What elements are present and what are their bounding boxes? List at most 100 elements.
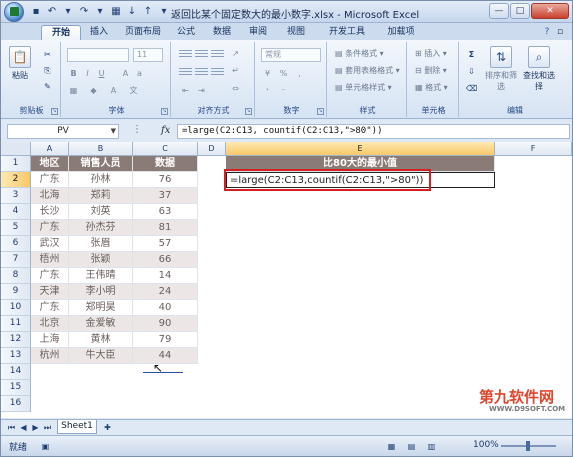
header-cell-data[interactable]: 数据 bbox=[133, 156, 198, 172]
font-color-icon[interactable]: A bbox=[107, 84, 120, 96]
align-left-icon[interactable] bbox=[179, 66, 192, 76]
formula-input[interactable]: =large(C2:C13, countif(C2:C13,">80")) bbox=[177, 124, 570, 139]
table-cell[interactable]: 63 bbox=[133, 204, 198, 220]
macro-record-icon[interactable]: ▣ bbox=[39, 440, 52, 452]
customize-qat-icon[interactable]: ▾ bbox=[157, 5, 171, 19]
last-sheet-icon[interactable]: ⏭ bbox=[41, 421, 54, 433]
select-all-corner[interactable] bbox=[1, 142, 31, 156]
copy-icon[interactable]: ⎘ bbox=[41, 64, 54, 76]
row-header-8[interactable]: 8 bbox=[1, 268, 31, 284]
cut-icon[interactable]: ✂ bbox=[41, 48, 54, 60]
align-right-icon[interactable] bbox=[211, 66, 224, 76]
tab-view[interactable]: 视图 bbox=[281, 25, 311, 40]
row-header-6[interactable]: 6 bbox=[1, 236, 31, 252]
table-cell[interactable]: 北海 bbox=[31, 188, 69, 204]
table-cell[interactable]: 梧州 bbox=[31, 252, 69, 268]
tab-developer[interactable]: 开发工具 bbox=[323, 25, 371, 40]
sheet-tab-sheet1[interactable]: Sheet1 bbox=[57, 420, 97, 434]
font-launcher-icon[interactable]: ↘ bbox=[161, 108, 168, 115]
row-header-10[interactable]: 10 bbox=[1, 300, 31, 316]
align-top-icon[interactable] bbox=[179, 48, 192, 58]
table-cell[interactable]: 牛大臣 bbox=[69, 348, 133, 364]
table-cell[interactable]: 天津 bbox=[31, 284, 69, 300]
column-header-c[interactable]: C bbox=[133, 142, 198, 156]
table-cell[interactable]: 90 bbox=[133, 316, 198, 332]
table-cell[interactable]: 14 bbox=[133, 268, 198, 284]
tab-home[interactable]: 开始 bbox=[41, 25, 81, 40]
paste-button[interactable]: 📋 粘贴 bbox=[7, 46, 33, 81]
zoom-level[interactable]: 100% bbox=[473, 440, 499, 450]
minimize-button[interactable]: — bbox=[489, 3, 509, 19]
row-header-13[interactable]: 13 bbox=[1, 348, 31, 364]
zoom-slider-knob[interactable] bbox=[526, 441, 530, 451]
font-size-select[interactable]: 11 bbox=[133, 48, 163, 62]
maximize-button[interactable]: □ bbox=[510, 3, 530, 19]
insert-sheet-icon[interactable]: ✚ bbox=[101, 421, 114, 433]
table-cell[interactable]: 37 bbox=[133, 188, 198, 204]
table-cell[interactable]: 81 bbox=[133, 220, 198, 236]
table-cell[interactable]: 长沙 bbox=[31, 204, 69, 220]
format-painter-icon[interactable]: ✎ bbox=[41, 80, 54, 92]
merge-center-icon[interactable]: ⇔ bbox=[229, 82, 242, 94]
tab-formulas[interactable]: 公式 bbox=[171, 25, 201, 40]
zoom-slider[interactable] bbox=[501, 441, 556, 451]
tab-data[interactable]: 数据 bbox=[207, 25, 237, 40]
autosum-icon[interactable]: Σ bbox=[465, 48, 478, 60]
decrease-decimal-icon[interactable]: ⁻ bbox=[277, 84, 290, 96]
table-cell[interactable]: 44 bbox=[133, 348, 198, 364]
bold-icon[interactable]: B bbox=[67, 67, 80, 79]
fill-icon[interactable]: ⇩ bbox=[465, 65, 478, 77]
undo-icon[interactable]: ↶ bbox=[45, 5, 59, 19]
table-cell[interactable]: 广东 bbox=[31, 172, 69, 188]
office-button[interactable] bbox=[4, 2, 24, 22]
font-name-select[interactable] bbox=[67, 48, 129, 62]
table-cell[interactable]: 张颖 bbox=[69, 252, 133, 268]
header-cell-region[interactable]: 地区 bbox=[31, 156, 69, 172]
name-box[interactable]: PV ▼ bbox=[7, 124, 119, 139]
align-center-icon[interactable] bbox=[195, 66, 208, 76]
number-format-select[interactable]: 常规 bbox=[261, 48, 321, 62]
currency-icon[interactable]: ¥ bbox=[261, 67, 274, 79]
row-header-12[interactable]: 12 bbox=[1, 332, 31, 348]
table-cell[interactable]: 79 bbox=[133, 332, 198, 348]
row-header-7[interactable]: 7 bbox=[1, 252, 31, 268]
row-header-2[interactable]: 2 bbox=[1, 172, 31, 188]
table-cell[interactable]: 广东 bbox=[31, 268, 69, 284]
help-icon[interactable]: ? bbox=[541, 25, 553, 40]
table-cell[interactable]: 杭州 bbox=[31, 348, 69, 364]
table-cell[interactable]: 北京 bbox=[31, 316, 69, 332]
table-cell[interactable]: 66 bbox=[133, 252, 198, 268]
tab-insert[interactable]: 插入 bbox=[83, 25, 115, 40]
percent-icon[interactable]: % bbox=[277, 67, 290, 79]
column-header-d[interactable]: D bbox=[198, 142, 226, 156]
row-header-9[interactable]: 9 bbox=[1, 284, 31, 300]
orientation-icon[interactable]: ↗ bbox=[229, 47, 242, 59]
close-button[interactable]: ✕ bbox=[531, 3, 569, 19]
sort-asc-icon[interactable]: ↓ bbox=[125, 5, 139, 19]
find-select-button[interactable]: ⌕ 查找和选择 bbox=[521, 46, 557, 92]
column-header-a[interactable]: A bbox=[31, 142, 69, 156]
row-header-16[interactable]: 16 bbox=[1, 396, 31, 412]
border-icon[interactable]: ▦ bbox=[67, 84, 80, 96]
column-header-f[interactable]: F bbox=[495, 142, 572, 156]
table-cell[interactable]: 刘英 bbox=[69, 204, 133, 220]
table-cell[interactable]: 24 bbox=[133, 284, 198, 300]
save-icon[interactable]: ▪ bbox=[29, 5, 43, 19]
table-cell[interactable]: 40 bbox=[133, 300, 198, 316]
normal-view-icon[interactable]: ▦ bbox=[385, 440, 398, 452]
fill-color-icon[interactable]: ◆ bbox=[87, 84, 100, 96]
redo-icon[interactable]: ↷ bbox=[77, 5, 91, 19]
redo-dropdown-icon[interactable]: ▾ bbox=[93, 5, 107, 19]
italic-icon[interactable]: I bbox=[81, 67, 94, 79]
table-cell[interactable]: 郑莉 bbox=[69, 188, 133, 204]
table-cell[interactable]: 孙杰芬 bbox=[69, 220, 133, 236]
table-cell[interactable]: 广东 bbox=[31, 220, 69, 236]
tab-page-layout[interactable]: 页面布局 bbox=[119, 25, 167, 40]
increase-indent-icon[interactable]: ⇥ bbox=[195, 84, 208, 96]
decrease-indent-icon[interactable]: ⇤ bbox=[179, 84, 192, 96]
align-middle-icon[interactable] bbox=[195, 48, 208, 58]
align-bottom-icon[interactable] bbox=[211, 48, 224, 58]
page-break-view-icon[interactable]: ▥ bbox=[425, 440, 438, 452]
column-header-b[interactable]: B bbox=[69, 142, 133, 156]
table-cell[interactable]: 金爱敏 bbox=[69, 316, 133, 332]
